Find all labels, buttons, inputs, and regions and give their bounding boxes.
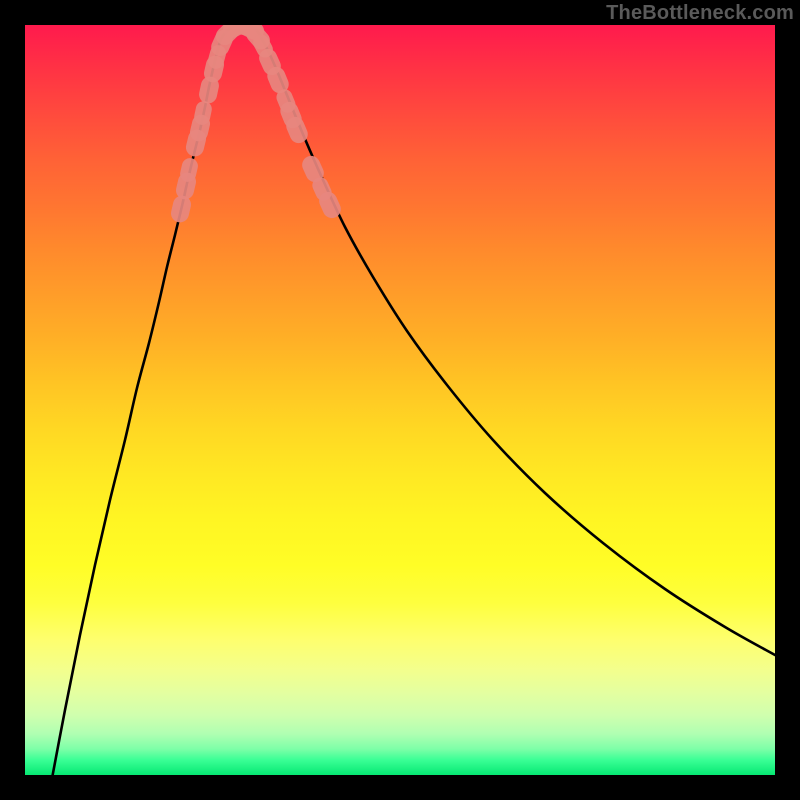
plot-area bbox=[25, 25, 775, 775]
watermark-text: TheBottleneck.com bbox=[606, 2, 794, 25]
bottleneck-curve bbox=[50, 25, 775, 775]
chart-svg bbox=[25, 25, 775, 775]
chart-frame: TheBottleneck.com bbox=[0, 0, 800, 800]
